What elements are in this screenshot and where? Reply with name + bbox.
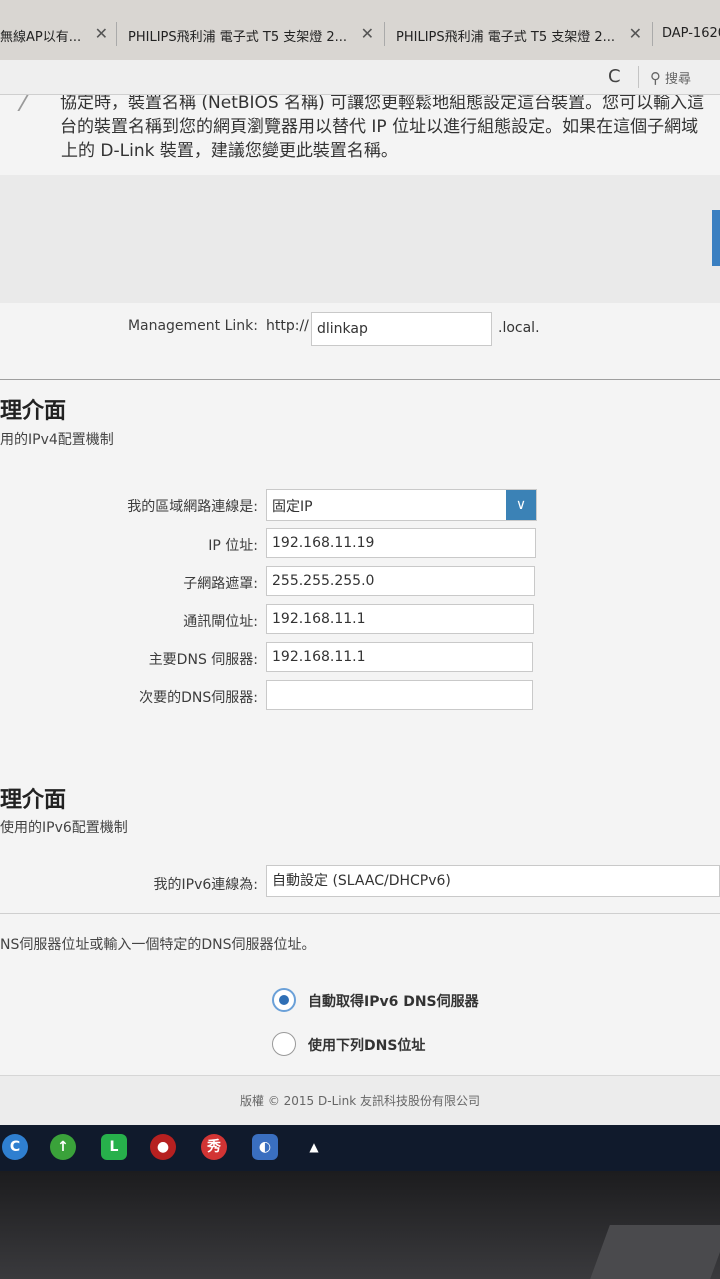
side-scroll-tab[interactable] (712, 210, 720, 266)
close-icon[interactable]: ✕ (95, 24, 108, 43)
close-icon[interactable]: ✕ (629, 24, 642, 43)
section-divider (0, 379, 720, 380)
tab-separator (116, 22, 117, 46)
section-divider (0, 913, 720, 914)
page-footer: 版權 © 2015 D-Link 友訊科技股份有限公司 (0, 1075, 720, 1125)
lan-connection-value: 固定IP (272, 499, 313, 515)
tab-separator (652, 22, 653, 46)
copyright-text: 版權 © 2015 D-Link 友訊科技股份有限公司 (240, 1094, 480, 1108)
upload-app-icon[interactable]: ↑ (50, 1134, 76, 1160)
router-settings-page: 協定時，裝置名稱 (NetBIOS 名稱) 可讓您更輕鬆地組態設定這台裝置。您可… (0, 95, 720, 1125)
subnet-mask-input[interactable]: 255.255.255.0 (266, 566, 535, 596)
browser-nav-bar: C ⚲ 搜尋 (0, 60, 720, 95)
management-link-input[interactable]: dlinkap (311, 312, 492, 346)
lan-connection-select[interactable]: 固定IP ∨ (266, 489, 537, 521)
tab-title: PHILIPS飛利浦 電子式 T5 支架燈 2... (128, 30, 348, 45)
tab-title: DAP-1620 (662, 26, 720, 41)
gray-band (0, 175, 720, 303)
search-placeholder: 搜尋 (665, 72, 692, 87)
intro-text: 協定時，裝置名稱 (NetBIOS 名稱) 可讓您更輕鬆地組態設定這台裝置。您可… (60, 95, 720, 163)
tray-arrow-icon[interactable]: ▲ (301, 1134, 327, 1160)
gateway-label: 通訊閘位址: (183, 614, 258, 630)
close-icon[interactable]: ✕ (361, 24, 374, 43)
browser-tab[interactable]: PHILIPS飛利浦 電子式 T5 支架燈 2... ✕ (396, 22, 648, 48)
reload-icon[interactable]: C (608, 66, 621, 87)
line-icon[interactable]: L (101, 1134, 127, 1160)
lan-connection-label: 我的區域網路連線是: (127, 499, 258, 515)
browser-tab-bar: 無線AP以有... ✕ PHILIPS飛利浦 電子式 T5 支架燈 2... ✕… (0, 0, 720, 61)
ip-address-label: IP 位址: (208, 538, 258, 554)
primary-dns-input[interactable]: 192.168.11.1 (266, 642, 533, 672)
chrome-icon[interactable]: C (2, 1134, 28, 1160)
nav-divider (638, 66, 639, 88)
radio-manual-dns[interactable]: 使用下列DNS位址 (272, 1032, 512, 1060)
management-link-prefix: http:// (266, 318, 309, 334)
corner-decoration (0, 95, 29, 111)
search-icon: ⚲ (650, 69, 661, 87)
ip-address-input[interactable]: 192.168.11.19 (266, 528, 536, 558)
ipv6-connection-select[interactable]: 自動設定 (SLAAC/DHCPv6) (266, 865, 720, 897)
browser-tab[interactable]: PHILIPS飛利浦 電子式 T5 支架燈 2... ✕ (128, 22, 380, 48)
ipv6-section-subtitle: 使用的IPv6配置機制 (0, 820, 128, 836)
ipv6-dns-note: NS伺服器位址或輸入一個特定的DNS伺服器位址。 (0, 937, 316, 953)
tab-title: 無線AP以有... (0, 30, 82, 45)
radio-unselected-icon[interactable] (272, 1032, 296, 1056)
ipv4-section-title: 理介面 (0, 398, 67, 424)
radio-selected-icon[interactable] (272, 988, 296, 1012)
browser-tab[interactable]: 無線AP以有... ✕ (0, 22, 114, 48)
monitor-bezel-edge (590, 1225, 720, 1279)
radio-auto-dns[interactable]: 自動取得IPv6 DNS伺服器 (272, 988, 512, 1016)
chevron-down-icon[interactable]: ∨ (506, 490, 536, 520)
secondary-dns-input[interactable] (266, 680, 533, 710)
primary-dns-label: 主要DNS 伺服器: (148, 652, 258, 668)
ipv6-connection-label: 我的IPv6連線為: (153, 877, 258, 893)
tab-separator (384, 22, 385, 46)
radio-manual-dns-label: 使用下列DNS位址 (308, 1038, 426, 1054)
intro-line: 上的 D-Link 裝置，建議您變更此裝置名稱。 (61, 141, 398, 161)
intro-line: 協定時，裝置名稱 (NetBIOS 名稱) 可讓您更輕鬆地組態設定這台裝置。您可… (60, 95, 705, 113)
red-app-icon[interactable]: ● (150, 1134, 176, 1160)
xiu-app-icon[interactable]: 秀 (201, 1134, 227, 1160)
secondary-dns-label: 次要的DNS伺服器: (139, 690, 258, 706)
ipv6-section-title: 理介面 (0, 787, 67, 813)
intro-line: 台的裝置名稱到您的網頁瀏覽器用以替代 IP 位址以進行組態設定。如果在這個子網域 (60, 117, 699, 137)
ipv4-section-subtitle: 用的IPv4配置機制 (0, 432, 114, 448)
management-link-label: Management Link: (127, 318, 258, 334)
browser-tab-active[interactable]: DAP-1620 (662, 22, 720, 48)
windows-taskbar: C ↑ L ● 秀 ◐ ▲ (0, 1125, 720, 1171)
tab-title: PHILIPS飛利浦 電子式 T5 支架燈 2... (396, 30, 616, 45)
search-input[interactable]: ⚲ 搜尋 (650, 68, 691, 87)
management-link-suffix: .local. (498, 320, 540, 336)
subnet-mask-label: 子網路遮罩: (183, 576, 258, 592)
radio-auto-dns-label: 自動取得IPv6 DNS伺服器 (308, 994, 479, 1010)
network-app-icon[interactable]: ◐ (252, 1134, 278, 1160)
gateway-input[interactable]: 192.168.11.1 (266, 604, 534, 634)
